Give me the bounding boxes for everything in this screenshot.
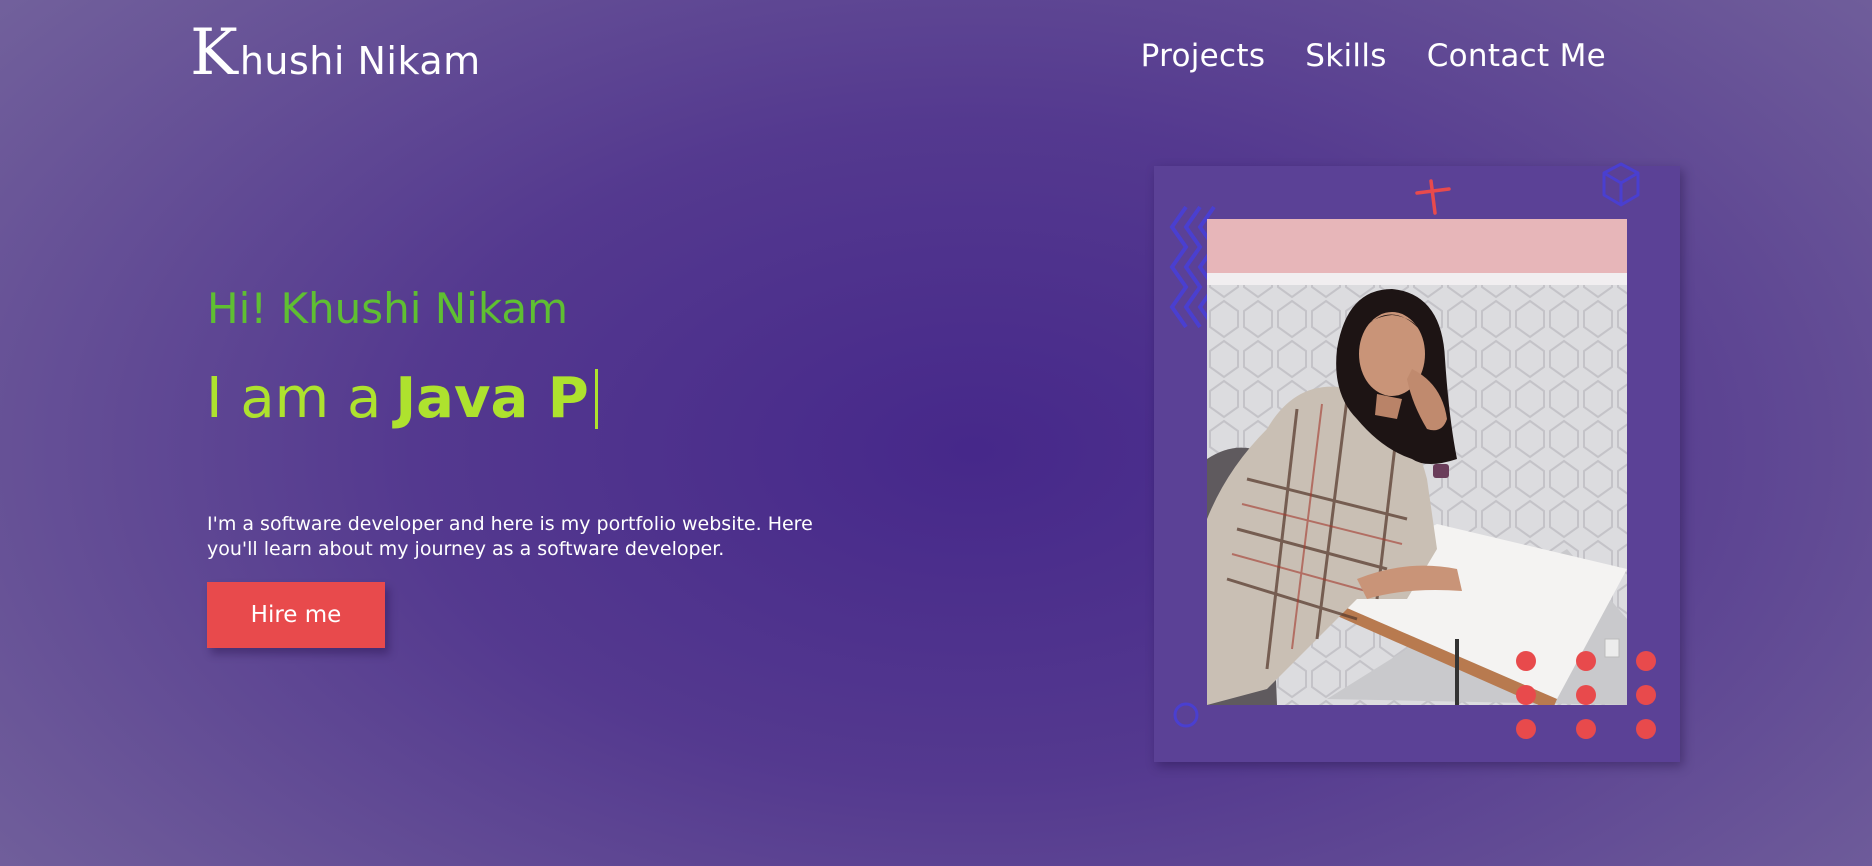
circle-icon xyxy=(1173,702,1199,728)
profile-photo xyxy=(1207,219,1627,705)
greeting: Hi! Khushi Nikam xyxy=(207,284,569,333)
logo-name: hushi Nikam xyxy=(239,39,481,83)
intro-text: I'm a software developer and here is my … xyxy=(207,513,813,560)
role-typed-text: Java P xyxy=(395,366,589,431)
main-nav: Projects Skills Contact Me xyxy=(1141,38,1606,74)
plus-icon xyxy=(1415,179,1451,215)
hire-me-button[interactable]: Hire me xyxy=(207,582,385,648)
logo-initial: K xyxy=(190,16,238,90)
cube-icon xyxy=(1602,162,1640,207)
profile-photo-illustration xyxy=(1207,219,1627,705)
dot-grid-icon xyxy=(1516,651,1656,739)
nav-contact[interactable]: Contact Me xyxy=(1427,38,1606,74)
role-prefix: I am a xyxy=(206,366,382,431)
nav-skills[interactable]: Skills xyxy=(1305,38,1386,74)
nav-projects[interactable]: Projects xyxy=(1141,38,1266,74)
typing-cursor xyxy=(594,368,598,429)
logo[interactable]: K hushi Nikam xyxy=(190,16,481,90)
role-line: I am a Java P xyxy=(206,366,598,431)
